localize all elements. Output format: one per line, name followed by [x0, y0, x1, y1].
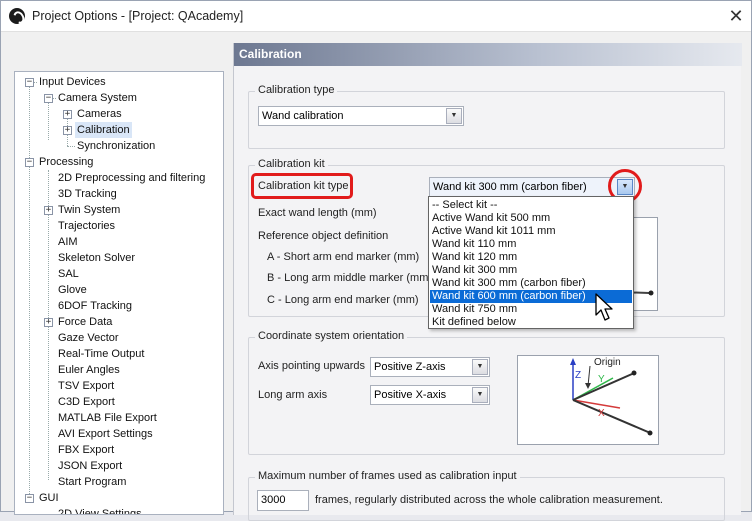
app-logo-icon — [9, 8, 25, 24]
chevron-down-icon[interactable]: ▼ — [472, 387, 488, 403]
chevron-down-icon[interactable]: ▼ — [472, 359, 488, 375]
dropdown-option[interactable]: Wand kit 300 mm — [430, 264, 632, 277]
tree-item-input-devices[interactable]: Input Devices — [37, 74, 108, 90]
tree-item-3d-tracking[interactable]: 3D Tracking — [56, 186, 119, 202]
tree-item-matlab-export[interactable]: MATLAB File Export — [56, 410, 159, 426]
expand-icon[interactable]: + — [63, 110, 72, 119]
short-arm-label: A - Short arm end marker (mm) — [267, 251, 420, 263]
axis-up-select[interactable]: Positive Z-axis ▼ — [370, 357, 490, 377]
long-arm-axis-label: Long arm axis — [258, 389, 328, 401]
dropdown-option[interactable]: Active Wand kit 500 mm — [430, 212, 632, 225]
calibration-type-select[interactable]: Wand calibration ▼ — [258, 106, 464, 126]
tree-item-json-export[interactable]: JSON Export — [56, 458, 124, 474]
collapse-icon[interactable]: − — [25, 158, 34, 167]
tree-item-skeleton-solver[interactable]: Skeleton Solver — [56, 250, 137, 266]
window-title: Project Options - [Project: QAcademy] — [32, 9, 244, 23]
x-axis-label: X — [598, 408, 605, 419]
tree-item-fbx-export[interactable]: FBX Export — [56, 442, 116, 458]
tree-item-trajectories[interactable]: Trajectories — [56, 218, 117, 234]
project-options-window: Project Options - [Project: QAcademy] ✕ … — [0, 0, 752, 521]
long-arm-axis-select[interactable]: Positive X-axis ▼ — [370, 385, 490, 405]
dropdown-option[interactable]: Wand kit 120 mm — [430, 251, 632, 264]
tree-item-avi-export[interactable]: AVI Export Settings — [56, 426, 155, 442]
collapse-icon[interactable]: − — [25, 78, 34, 87]
long-arm-end-label: C - Long arm end marker (mm) — [267, 294, 419, 306]
tree-item-c3d-export[interactable]: C3D Export — [56, 394, 117, 410]
tree-item-2d-view-settings[interactable]: 2D View Settings — [56, 506, 144, 514]
tree-item-start-program[interactable]: Start Program — [56, 474, 128, 490]
max-frames-suffix: frames, regularly distributed across the… — [315, 494, 663, 506]
tree-item-tsv-export[interactable]: TSV Export — [56, 378, 116, 394]
tree-item-gui[interactable]: GUI — [37, 490, 61, 506]
tree-item-2d-preprocessing[interactable]: 2D Preprocessing and filtering — [56, 170, 207, 186]
dropdown-option[interactable]: -- Select kit -- — [430, 199, 632, 212]
collapse-icon[interactable]: − — [44, 94, 53, 103]
tree-item-twin-system[interactable]: Twin System — [56, 202, 122, 218]
max-frames-label: Maximum number of frames used as calibra… — [255, 470, 520, 482]
tree-item-gaze-vector[interactable]: Gaze Vector — [56, 330, 121, 346]
tree-item-calibration[interactable]: Calibration — [75, 122, 132, 138]
coordinate-diagram: Origin Z Y X — [517, 355, 659, 445]
long-arm-middle-label: B - Long arm middle marker (mm) — [267, 272, 433, 284]
kit-type-select[interactable]: Wand kit 300 mm (carbon fiber) ▼ — [429, 177, 635, 197]
kit-type-value: Wand kit 300 mm (carbon fiber) — [433, 181, 587, 193]
collapse-icon[interactable]: − — [25, 494, 34, 503]
calibration-kit-label: Calibration kit — [255, 158, 328, 170]
expand-icon[interactable]: + — [44, 206, 53, 215]
long-arm-axis-value: Positive X-axis — [374, 389, 447, 401]
calibration-type-label: Calibration type — [255, 84, 338, 96]
tree-item-synchronization[interactable]: Synchronization — [75, 138, 157, 154]
axis-up-label: Axis pointing upwards — [258, 360, 366, 372]
origin-label: Origin — [594, 357, 621, 368]
calibration-type-group: Calibration type Wand calibration ▼ — [248, 84, 725, 149]
calibration-type-value: Wand calibration — [262, 110, 344, 122]
tree-item-cameras[interactable]: Cameras — [75, 106, 124, 122]
tree-item-camera-system[interactable]: Camera System — [56, 90, 139, 106]
z-axis-label: Z — [575, 370, 582, 381]
max-frames-input[interactable]: 3000 — [257, 490, 309, 511]
close-button[interactable]: ✕ — [723, 4, 749, 28]
tree-item-real-time-output[interactable]: Real-Time Output — [56, 346, 146, 362]
dropdown-option[interactable]: Wand kit 110 mm — [430, 238, 632, 251]
expand-icon[interactable]: + — [63, 126, 72, 135]
title-bar: Project Options - [Project: QAcademy] ✕ — [1, 1, 751, 32]
tree-item-force-data[interactable]: Force Data — [56, 314, 114, 330]
tree-item-processing[interactable]: Processing — [37, 154, 95, 170]
mouse-pointer-icon — [595, 293, 613, 321]
tree-item-6dof-tracking[interactable]: 6DOF Tracking — [56, 298, 134, 314]
expand-icon[interactable]: + — [44, 318, 53, 327]
tree-item-sal[interactable]: SAL — [56, 266, 81, 282]
chevron-down-icon[interactable]: ▼ — [446, 108, 462, 124]
options-tree[interactable]: − Input Devices − Camera System + Camera… — [14, 71, 224, 515]
reference-object-label: Reference object definition — [258, 230, 389, 242]
pane-header: Calibration — [234, 43, 742, 66]
tree-item-aim[interactable]: AIM — [56, 234, 80, 250]
kit-type-highlight — [251, 173, 353, 199]
axis-up-value: Positive Z-axis — [374, 361, 446, 373]
tree-item-glove[interactable]: Glove — [56, 282, 89, 298]
exact-wand-length-label: Exact wand length (mm) — [258, 207, 377, 219]
tree-item-euler-angles[interactable]: Euler Angles — [56, 362, 122, 378]
coordinate-system-label: Coordinate system orientation — [255, 330, 408, 342]
y-axis-label: Y — [598, 374, 605, 385]
dropdown-option[interactable]: Active Wand kit 1011 mm — [430, 225, 632, 238]
dropdown-option[interactable]: Wand kit 300 mm (carbon fiber) — [430, 277, 632, 290]
